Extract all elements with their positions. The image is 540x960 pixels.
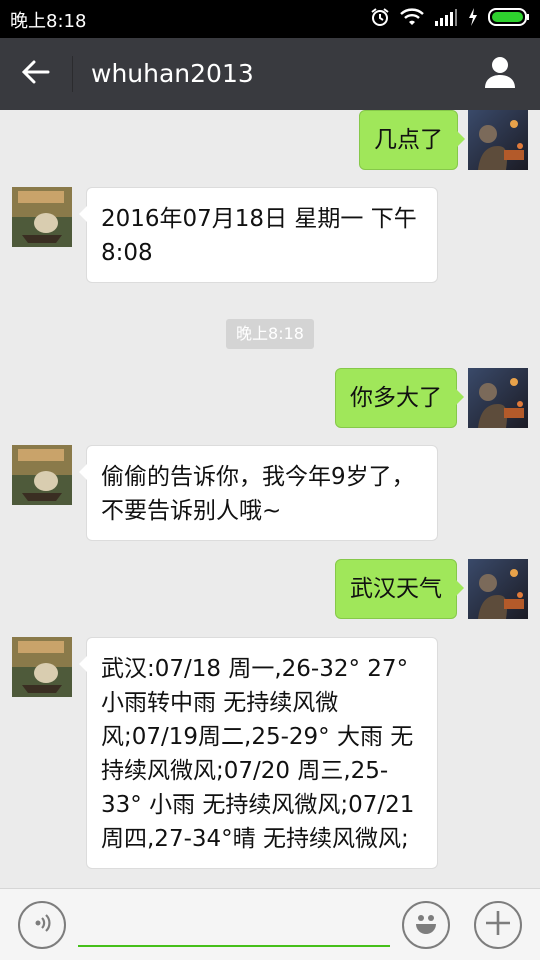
charging-icon [468,7,478,31]
chat-profile-button[interactable] [482,54,518,92]
status-bar: 晚上8:18 [0,0,540,38]
title-bar: whuhan2013 [0,38,540,110]
my-avatar[interactable] [468,110,528,170]
person-icon [482,57,518,94]
message-list[interactable]: 几点了 2016年07月18日 星期一 下午8:08 晚上8:18 你多大了 偷… [0,110,540,888]
back-arrow-icon [21,60,50,88]
signal-icon [434,7,458,31]
bot-avatar[interactable] [12,445,72,505]
message-text: 几点了 [374,127,443,153]
received-message[interactable]: 2016年07月18日 星期一 下午8:08 [79,187,438,283]
timestamp-chip: 晚上8:18 [226,319,314,349]
bot-avatar[interactable] [12,637,72,697]
chat-title: whuhan2013 [91,59,254,88]
bot-avatar[interactable] [12,187,72,247]
title-divider [72,56,73,92]
wifi-icon [400,7,424,31]
sent-message[interactable]: 武汉天气 [335,559,464,619]
battery-icon [488,7,530,31]
alarm-icon [370,7,390,31]
voice-icon [29,910,55,940]
input-bar [0,888,540,960]
received-message[interactable]: 武汉:07/18 周一,26-32° 27° 小雨转中雨 无持续风微风;07/1… [79,637,438,869]
sent-message[interactable]: 几点了 [359,110,465,170]
my-avatar[interactable] [468,559,528,619]
sent-message[interactable]: 你多大了 [335,368,464,428]
emoji-button[interactable] [402,901,450,949]
back-button[interactable] [16,56,56,92]
message-text: 武汉天气 [350,576,442,602]
plus-icon [484,909,512,941]
emoji-icon [409,906,443,944]
message-text: 武汉:07/18 周一,26-32° 27° 小雨转中雨 无持续风微风;07/1… [101,656,415,852]
message-text: 你多大了 [350,385,442,411]
message-text: 偷偷的告诉你，我今年9岁了，不要告诉别人哦~ [101,464,415,524]
status-time: 晚上8:18 [10,11,87,32]
more-button[interactable] [474,901,522,949]
message-text: 2016年07月18日 星期一 下午8:08 [101,206,417,266]
received-message[interactable]: 偷偷的告诉你，我今年9岁了，不要告诉别人哦~ [79,445,438,541]
status-icons [370,8,530,30]
my-avatar[interactable] [468,368,528,428]
voice-button[interactable] [18,901,66,949]
message-input[interactable] [78,903,390,947]
